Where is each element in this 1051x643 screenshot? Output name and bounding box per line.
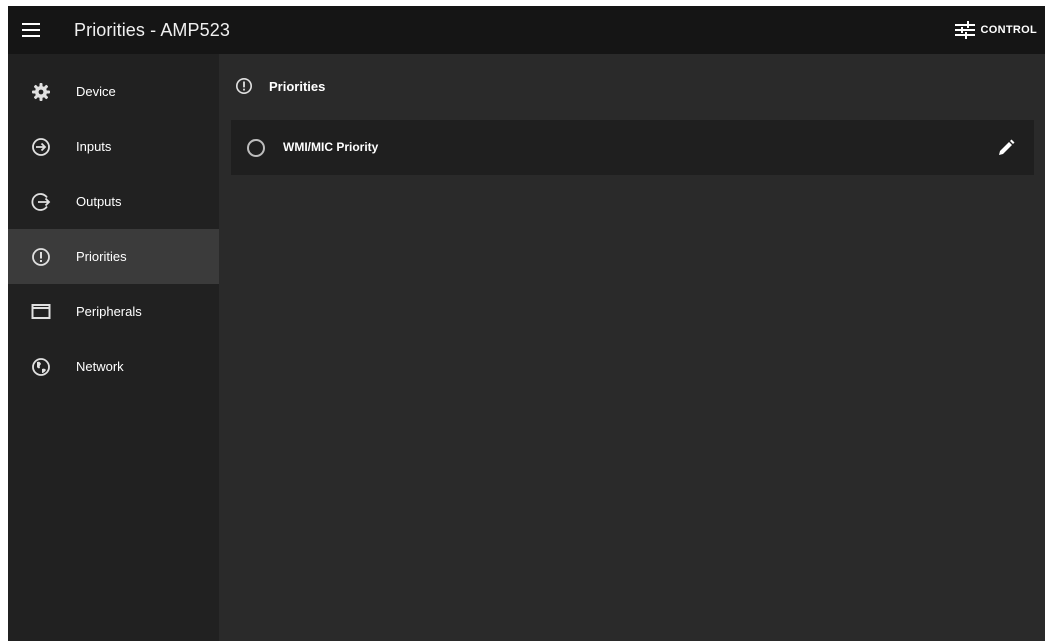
priority-label: WMI/MIC Priority [283,140,379,154]
output-arrow-icon [30,191,52,213]
gear-icon [30,81,52,103]
sliders-icon [954,21,975,39]
edit-button[interactable] [994,136,1018,160]
alert-circle-icon [235,77,253,95]
sidebar-item-peripherals[interactable]: Peripherals [8,284,219,339]
display-icon [30,301,52,323]
section-header: Priorities [235,76,325,96]
sidebar-item-device[interactable]: Device [8,64,219,119]
globe-icon [30,356,52,378]
priority-radio-button[interactable] [247,139,265,157]
section-title: Priorities [269,78,326,94]
sidebar-item-label: Priorities [76,249,127,264]
sidebar-item-label: Outputs [76,194,122,209]
pencil-icon [999,139,1015,155]
sidebar: Device Inputs Outputs Priorities Periphe… [8,54,219,641]
app-window: Priorities - AMP523 CONTROL Device Input… [8,6,1045,641]
control-button[interactable]: CONTROL [954,18,1037,42]
sidebar-item-label: Device [76,84,116,99]
sidebar-item-network[interactable]: Network [8,339,219,394]
hamburger-menu-icon [22,23,40,37]
alert-circle-icon [30,246,52,268]
main-content: Priorities WMI/MIC Priority [219,54,1045,641]
priority-row[interactable]: WMI/MIC Priority [231,120,1034,175]
sidebar-item-priorities[interactable]: Priorities [8,229,219,284]
sidebar-item-inputs[interactable]: Inputs [8,119,219,174]
menu-button[interactable] [18,18,44,42]
sidebar-item-label: Peripherals [76,304,142,319]
top-bar: Priorities - AMP523 CONTROL [8,6,1045,54]
sidebar-item-outputs[interactable]: Outputs [8,174,219,229]
sidebar-item-label: Inputs [76,139,112,154]
sidebar-item-label: Network [76,359,124,374]
input-arrow-icon [30,136,52,158]
control-label: CONTROL [980,24,1037,36]
page-title: Priorities - AMP523 [74,20,230,40]
